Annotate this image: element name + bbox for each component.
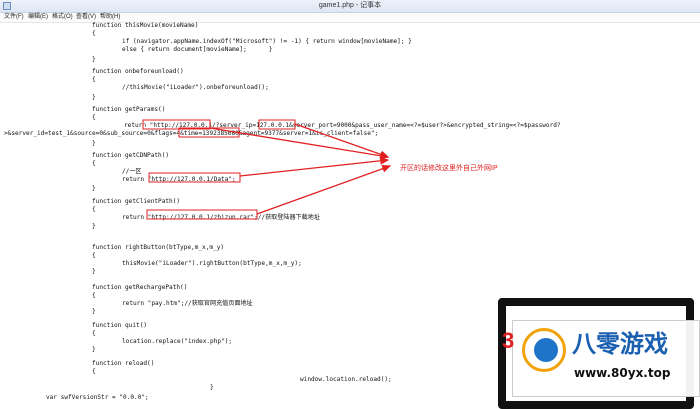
- watermark-digit: 3: [502, 328, 515, 353]
- watermark-brand: 八零游戏: [572, 330, 668, 358]
- watermark-logo: 3 八零游戏 www.80yx.top: [490, 290, 700, 409]
- arrow-1: [209, 127, 390, 160]
- logo-icon: [522, 328, 566, 372]
- watermark-site: www.80yx.top: [574, 366, 671, 380]
- annotation-note: 开区的话修改这里外自己外网IP: [400, 165, 498, 172]
- highlight-box-server-ip: [258, 119, 296, 130]
- highlight-box-client-path: [146, 209, 258, 220]
- arrow-4: [256, 164, 392, 215]
- arrow-3: [239, 156, 390, 177]
- highlight-box-cdn-path: [148, 172, 241, 183]
- arrow-2: [294, 123, 390, 159]
